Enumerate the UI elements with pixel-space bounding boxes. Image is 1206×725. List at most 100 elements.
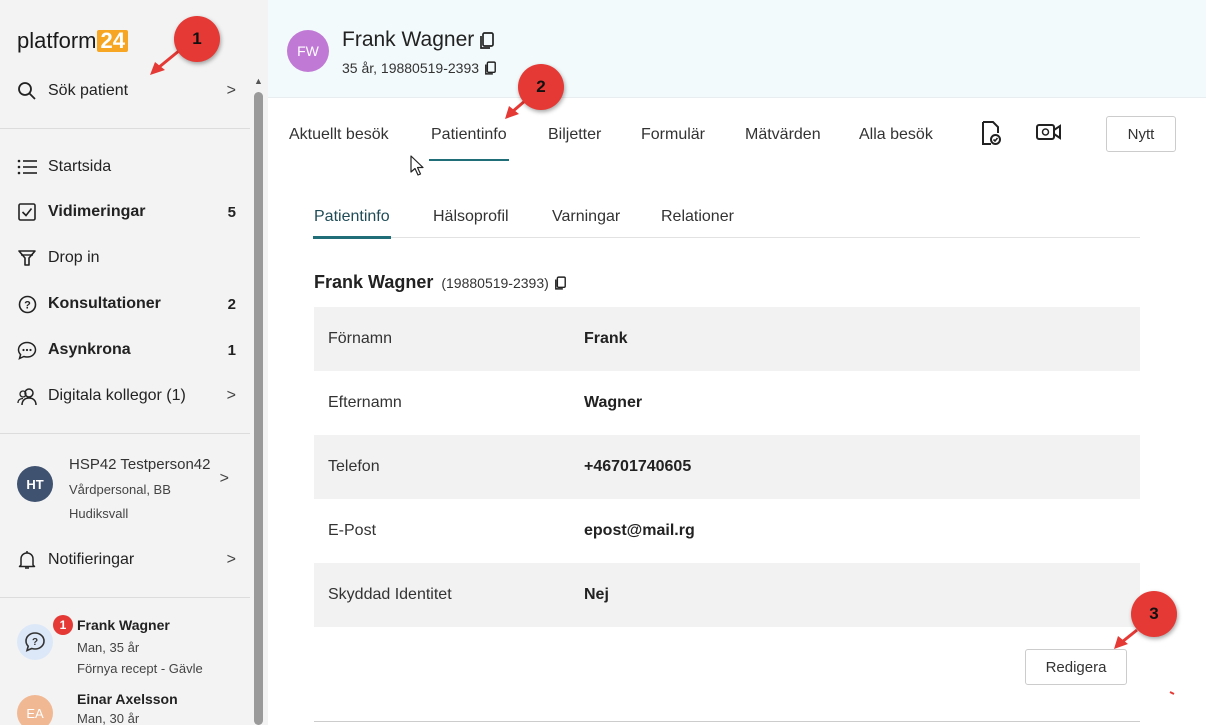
tab-matvarden[interactable]: Mätvärden — [745, 126, 821, 144]
field-label: E-Post — [328, 522, 377, 539]
count-badge: 2 — [227, 295, 236, 313]
field-value: epost@mail.rg — [584, 522, 695, 539]
annotation-callout-2: 2 — [518, 64, 564, 110]
tab-formular[interactable]: Formulär — [641, 126, 705, 144]
sidebar-scrollbar[interactable] — [254, 92, 263, 725]
sidebar-item-label: Konsultationer — [48, 295, 161, 312]
question-chat-icon: ? — [25, 632, 45, 652]
svg-text:?: ? — [24, 299, 31, 311]
platform24-logo[interactable]: platform 24 — [17, 28, 128, 54]
list-icon — [16, 156, 38, 178]
users-icon — [16, 385, 38, 407]
bell-icon — [16, 549, 38, 571]
sidebar-item-label: Asynkrona — [48, 341, 131, 358]
mouse-cursor-icon — [410, 155, 426, 182]
chevron-right-icon: > — [226, 82, 236, 99]
search-patient-item[interactable]: Sök patient > — [16, 76, 236, 106]
table-row: Skyddad Identitet Nej — [314, 563, 1140, 627]
queue-patient-info: Man, 30 år — [77, 711, 140, 725]
count-badge: 5 — [227, 203, 236, 221]
sidebar-item-drop-in[interactable]: Drop in — [16, 243, 236, 273]
divider — [314, 721, 1140, 722]
queue-item[interactable]: EA Einar Axelsson Man, 30 år — [17, 687, 247, 725]
tab-aktuellt-besok[interactable]: Aktuellt besök — [289, 126, 389, 144]
sidebar-item-label: Vidimeringar — [48, 203, 146, 220]
divider — [0, 433, 250, 434]
subtab-relationer[interactable]: Relationer — [661, 208, 734, 226]
sidebar-item-label: Drop in — [48, 249, 100, 266]
question-icon: ? — [16, 293, 38, 315]
field-label: Telefon — [328, 458, 380, 475]
patient-age-pnr: 35 år, 19880519-2393 — [342, 60, 480, 76]
queue-avatar: EA — [17, 695, 53, 725]
table-row: Förnamn Frank — [314, 307, 1140, 371]
field-label: Förnamn — [328, 330, 393, 347]
queue-patient-reason: Förnya recept - Gävle — [77, 661, 203, 676]
patient-title-name: Frank Wagner — [314, 272, 434, 292]
current-user[interactable]: HT HSP42 Testperson42 Vårdpersonal, BB H… — [17, 456, 237, 526]
sub-tabs: Patientinfo Hälsoprofil Varningar Relati… — [313, 206, 1140, 239]
main-tabs: Aktuellt besök Patientinfo Biljetter For… — [268, 97, 1206, 172]
annotation-callout-1: 1 — [174, 16, 220, 62]
user-avatar: HT — [17, 466, 53, 502]
user-name: HSP42 Testperson42 — [69, 456, 211, 473]
chat-avatar: ? — [17, 624, 53, 660]
scroll-up-arrow-icon[interactable]: ▲ — [254, 76, 263, 86]
tab-alla-besok[interactable]: Alla besök — [859, 126, 933, 144]
search-icon — [16, 80, 38, 102]
user-role: Vårdpersonal, BB — [69, 482, 171, 497]
sidebar-item-startsida[interactable]: Startsida — [16, 152, 236, 182]
subtab-patientinfo[interactable]: Patientinfo — [313, 208, 391, 239]
sidebar-item-notifieringar[interactable]: Notifieringar > — [16, 545, 236, 575]
chevron-right-icon: > — [226, 551, 236, 568]
copy-icon[interactable] — [480, 31, 495, 49]
tab-patientinfo[interactable]: Patientinfo — [429, 126, 509, 161]
count-badge: 1 — [227, 341, 236, 359]
sidebar-item-label: Startsida — [48, 158, 112, 175]
checkbox-icon — [16, 201, 38, 223]
patient-avatar: FW — [287, 30, 329, 72]
chevron-right-icon: > — [226, 387, 236, 404]
field-value: +46701740605 — [584, 458, 692, 475]
sidebar: platform 24 Sök patient > Startsida Vidim… — [0, 0, 268, 725]
field-value: Frank — [584, 330, 628, 347]
copy-icon[interactable] — [485, 61, 496, 75]
funnel-icon — [16, 247, 38, 269]
patient-header: FW Frank Wagner 35 år, 19880519-2393 — [268, 0, 1206, 97]
sidebar-item-digitala-kollegor[interactable]: Digitala kollegor (1) > — [16, 381, 236, 411]
user-location: Hudiksvall — [69, 506, 129, 521]
subtab-halsoprofil[interactable]: Hälsoprofil — [433, 208, 509, 226]
edit-button[interactable]: Redigera — [1025, 649, 1127, 685]
field-value: Wagner — [584, 394, 643, 411]
chat-bubble-icon — [16, 339, 38, 361]
sidebar-item-vidimeringar[interactable]: Vidimeringar 5 — [16, 197, 236, 227]
table-row: Efternamn Wagner — [314, 371, 1140, 435]
queue-patient-name: Einar Axelsson — [77, 691, 178, 707]
copy-icon[interactable] — [554, 275, 566, 290]
tab-biljetter[interactable]: Biljetter — [548, 126, 601, 144]
subtab-varningar[interactable]: Varningar — [552, 208, 620, 226]
new-button[interactable]: Nytt — [1106, 116, 1176, 152]
queue-patient-name: Frank Wagner — [77, 617, 170, 633]
patient-name: Frank Wagner — [342, 28, 475, 51]
field-label: Skyddad Identitet — [328, 586, 452, 603]
patient-section-title: Frank Wagner (19880519-2393) — [314, 272, 566, 293]
field-label: Efternamn — [328, 394, 402, 411]
divider — [0, 128, 250, 129]
notification-badge: 1 — [53, 615, 73, 635]
table-row: E-Post epost@mail.rg — [314, 499, 1140, 563]
sidebar-item-konsultationer[interactable]: ? Konsultationer 2 — [16, 289, 236, 319]
video-call-icon[interactable] — [1036, 123, 1062, 146]
patient-info-line: 35 år, 19880519-2393 — [342, 60, 496, 76]
search-patient-label: Sök patient — [48, 82, 129, 99]
notifications-label: Notifieringar — [48, 551, 135, 568]
queue-item[interactable]: ? 1 Frank Wagner Man, 35 år Förnya recep… — [17, 612, 247, 682]
annotation-callout-3: 3 — [1131, 591, 1177, 637]
field-value: Nej — [584, 586, 609, 603]
patient-name-heading: Frank Wagner — [342, 28, 495, 52]
sidebar-item-asynkrona[interactable]: Asynkrona 1 — [16, 335, 236, 365]
logo-badge: 24 — [97, 30, 128, 52]
document-check-icon[interactable] — [980, 120, 1002, 151]
patient-title-pnr: (19880519-2393) — [441, 274, 549, 291]
patient-info-table: Förnamn Frank Efternamn Wagner Telefon +… — [314, 307, 1140, 627]
